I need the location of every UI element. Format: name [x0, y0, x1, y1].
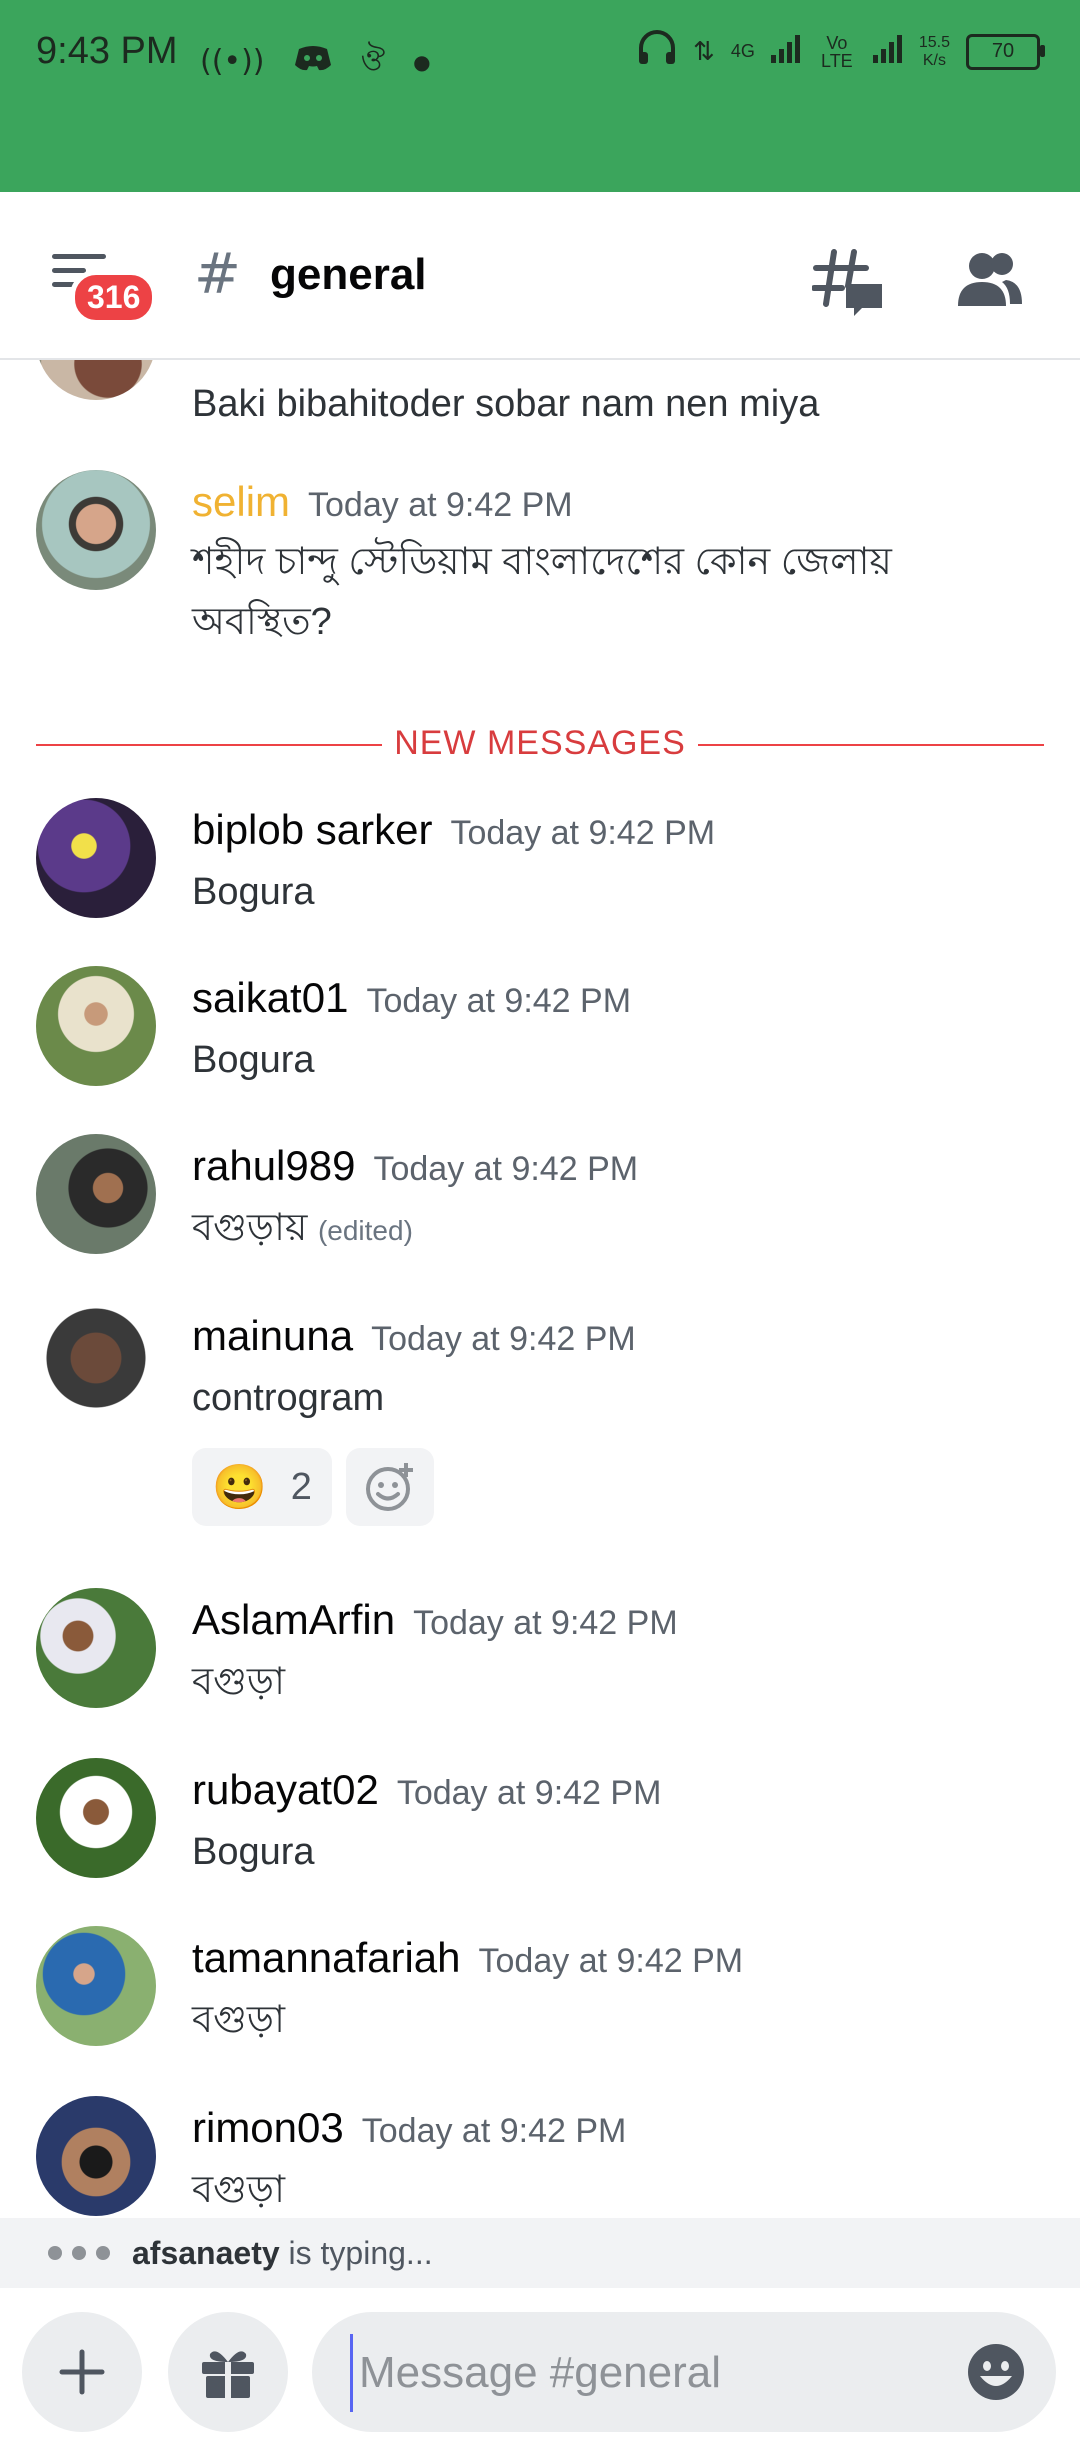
- network-speed-unit: K/s: [922, 51, 946, 69]
- message-list[interactable]: Baki bibahitoder sobar nam nen miya seli…: [0, 360, 1080, 2220]
- typing-text: afsanaety is typing...: [132, 2235, 433, 2272]
- message-header: rimon03 Today at 9:42 PM: [192, 2104, 626, 2152]
- message-text: Baki bibahitoder sobar nam nen miya: [192, 383, 820, 425]
- username[interactable]: biplob sarker: [192, 806, 432, 854]
- reaction-smile[interactable]: 😀 2: [192, 1448, 332, 1526]
- avatar[interactable]: [36, 360, 156, 400]
- message-header: tamannafariah Today at 9:42 PM: [192, 1934, 743, 1982]
- message-text: বগুড়া: [192, 1661, 285, 1703]
- avatar[interactable]: [36, 1134, 156, 1254]
- username[interactable]: saikat01: [192, 974, 348, 1022]
- avatar[interactable]: [36, 1926, 156, 2046]
- message-header: saikat01 Today at 9:42 PM: [192, 974, 631, 1022]
- message-text: বগুড়ায় (edited): [192, 1198, 413, 1261]
- headphones-icon: [637, 30, 677, 73]
- timestamp: Today at 9:42 PM: [371, 1320, 636, 1358]
- message-text: বগুড়া: [192, 1999, 285, 2041]
- divider-line: [698, 744, 1044, 746]
- battery-icon: 70: [966, 33, 1045, 70]
- gift-button[interactable]: [168, 2312, 288, 2432]
- avatar[interactable]: [36, 1304, 156, 1424]
- unread-badge: 316: [70, 270, 158, 325]
- username[interactable]: rimon03: [192, 2104, 344, 2152]
- signal-icon-2: [872, 33, 903, 70]
- channel-title[interactable]: general: [270, 250, 427, 300]
- new-messages-divider: NEW MESSAGES: [36, 722, 1044, 766]
- avatar[interactable]: [36, 966, 156, 1086]
- timestamp: Today at 9:42 PM: [373, 1150, 639, 1188]
- reactions-bar: 😀 2: [192, 1448, 434, 1526]
- avatar[interactable]: [36, 1588, 156, 1708]
- add-reaction-button[interactable]: [345, 1448, 434, 1526]
- message-text: বগুড়া: [192, 2169, 285, 2211]
- dot-icon: ●: [413, 49, 431, 74]
- message-header: rubayat02 Today at 9:42 PM: [192, 1766, 661, 1814]
- threads-icon[interactable]: [811, 246, 884, 318]
- network-speed: 15.5 K/s: [919, 34, 950, 70]
- message-header: selim Today at 9:42 PM: [192, 478, 573, 526]
- channel-header: 316 # general: [0, 192, 1080, 360]
- status-right-icons: ⇅ 4G Vo LTE 15.5 K/s 70: [637, 30, 1045, 73]
- message-header: biplob sarker Today at 9:42 PM: [192, 806, 715, 854]
- plus-icon: [59, 2349, 105, 2395]
- emoji-icon: [968, 2344, 1024, 2400]
- avatar[interactable]: [36, 1758, 156, 1878]
- timestamp: Today at 9:42 PM: [361, 2112, 627, 2150]
- username[interactable]: rubayat02: [192, 1766, 379, 1814]
- message-header: AslamArfin Today at 9:42 PM: [192, 1596, 678, 1644]
- message-text: Bogura: [192, 1831, 315, 1873]
- timestamp: Today at 9:42 PM: [413, 1604, 678, 1642]
- status-bar: 9:43 PM ((•)) ঔ ● ⇅ 4G Vo LTE 15.5 K/s 7…: [0, 0, 1080, 192]
- avatar[interactable]: [36, 470, 156, 590]
- status-left-icons: ((•)) ঔ ●: [200, 36, 431, 87]
- timestamp: Today at 9:42 PM: [478, 1942, 744, 1980]
- avatar[interactable]: [36, 798, 156, 918]
- add-attachment-button[interactable]: [22, 2312, 142, 2432]
- typing-user: afsanaety: [132, 2234, 280, 2271]
- edited-label: (edited): [317, 1215, 413, 1246]
- username[interactable]: tamannafariah: [192, 1934, 461, 1982]
- message-header: mainuna Today at 9:42 PM: [192, 1312, 636, 1360]
- message-text-line: অবস্থিত?: [192, 601, 332, 643]
- timestamp: Today at 9:42 PM: [308, 486, 573, 524]
- message-text: Bogura: [192, 871, 315, 913]
- members-icon[interactable]: [956, 250, 1024, 310]
- reaction-count: 2: [290, 1465, 312, 1508]
- hotspot-icon: ((•)): [200, 44, 265, 79]
- volte-label: Vo LTE: [821, 32, 853, 71]
- status-time: 9:43 PM: [36, 30, 178, 72]
- avatar[interactable]: [36, 2096, 156, 2216]
- message-text-line: শহীদ চান্দু স্টেডিয়াম বাংলাদেশের কোন জে…: [192, 541, 892, 583]
- message-header: rahul989 Today at 9:42 PM: [192, 1142, 638, 1190]
- gift-icon: [202, 2351, 254, 2398]
- message-text: controgram: [192, 1377, 385, 1419]
- message-body: বগুড়ায়: [192, 1207, 308, 1249]
- typing-indicator: afsanaety is typing...: [0, 2218, 1080, 2288]
- signal-icon: [770, 33, 801, 70]
- timestamp: Today at 9:42 PM: [366, 982, 632, 1020]
- emoji-button[interactable]: [966, 2342, 1026, 2402]
- typing-suffix: is typing...: [279, 2234, 433, 2271]
- timestamp: Today at 9:42 PM: [396, 1774, 662, 1812]
- message-text: শহীদ চান্দু স্টেডিয়াম বাংলাদেশের কোন জে…: [192, 532, 892, 652]
- data-transfer-icon: ⇅: [693, 36, 715, 66]
- message-composer: [0, 2288, 1080, 2460]
- username[interactable]: selim: [192, 478, 290, 526]
- timestamp: Today at 9:42 PM: [450, 814, 716, 852]
- username[interactable]: AslamArfin: [192, 1596, 395, 1644]
- reaction-emoji: 😀: [212, 1463, 267, 1512]
- battery-level: 70: [991, 40, 1015, 62]
- username[interactable]: mainuna: [192, 1312, 353, 1360]
- network-speed-value: 15.5: [918, 33, 950, 51]
- channel-hash-icon: #: [194, 242, 241, 307]
- typing-dots-icon: [48, 2246, 110, 2260]
- message-input[interactable]: [350, 2334, 921, 2412]
- app-icon: ঔ: [360, 43, 386, 78]
- add-reaction-icon: [365, 1463, 413, 1511]
- message-text: Bogura: [192, 1039, 315, 1081]
- username[interactable]: rahul989: [192, 1142, 355, 1190]
- network-4g-label: 4G: [730, 41, 755, 61]
- discord-icon: [293, 43, 333, 81]
- message-input-container: [312, 2312, 1056, 2432]
